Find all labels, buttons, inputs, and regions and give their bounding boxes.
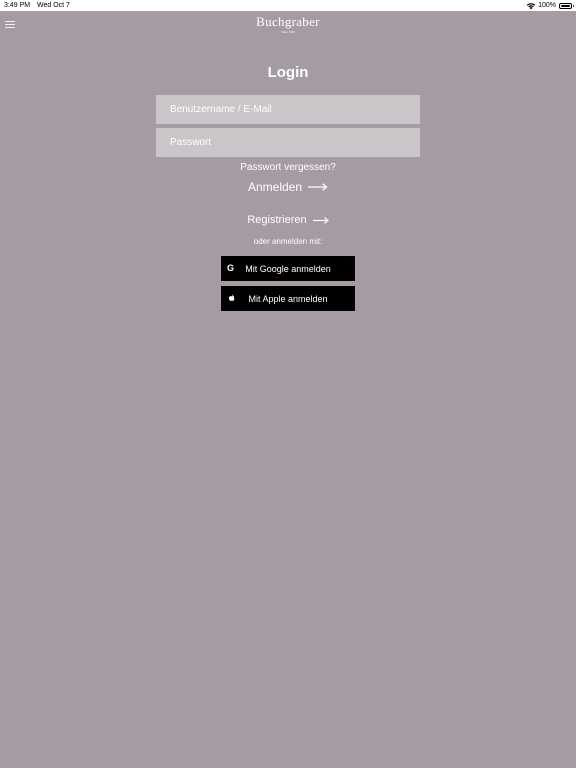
logo-text: Buchgraber <box>256 14 320 29</box>
battery-fill <box>561 4 570 7</box>
apple-login-label: Mit Apple anmelden <box>248 293 328 304</box>
google-icon: G <box>227 263 235 273</box>
battery-icon <box>559 2 574 9</box>
password-input[interactable] <box>156 128 420 157</box>
wifi-icon <box>526 2 536 9</box>
forgot-password-link[interactable]: Passwort vergessen? <box>0 162 576 174</box>
status-indicators: 100% <box>526 0 574 11</box>
logo-subtext: Since 1993 <box>281 30 295 34</box>
arrow-right-icon <box>308 183 328 191</box>
status-time: 3:49 PM <box>4 2 31 9</box>
login-button-label: Anmelden <box>247 180 303 194</box>
arrow-right-icon <box>312 217 329 224</box>
apple-icon <box>228 294 235 301</box>
status-date: Wed Oct 7 <box>37 2 70 9</box>
username-input[interactable] <box>156 95 420 124</box>
page-title: Login <box>267 64 309 81</box>
status-bar: 3:49 PM Wed Oct 7 100% <box>0 0 576 11</box>
apple-login-button[interactable]: Mit Apple anmelden <box>221 286 355 311</box>
google-login-label: Mit Google anmelden <box>245 263 331 274</box>
social-login-caption: oder anmelden mit: <box>253 237 323 246</box>
google-login-button[interactable]: G Mit Google anmelden <box>221 256 355 281</box>
register-button-label: Registrieren <box>247 214 307 226</box>
login-button[interactable]: Anmelden <box>0 179 576 195</box>
register-button[interactable]: Registrieren <box>0 213 576 228</box>
battery-cap <box>572 4 574 7</box>
logo: Buchgraber Since 1993 <box>0 14 576 34</box>
battery-percent: 100% <box>538 2 556 9</box>
